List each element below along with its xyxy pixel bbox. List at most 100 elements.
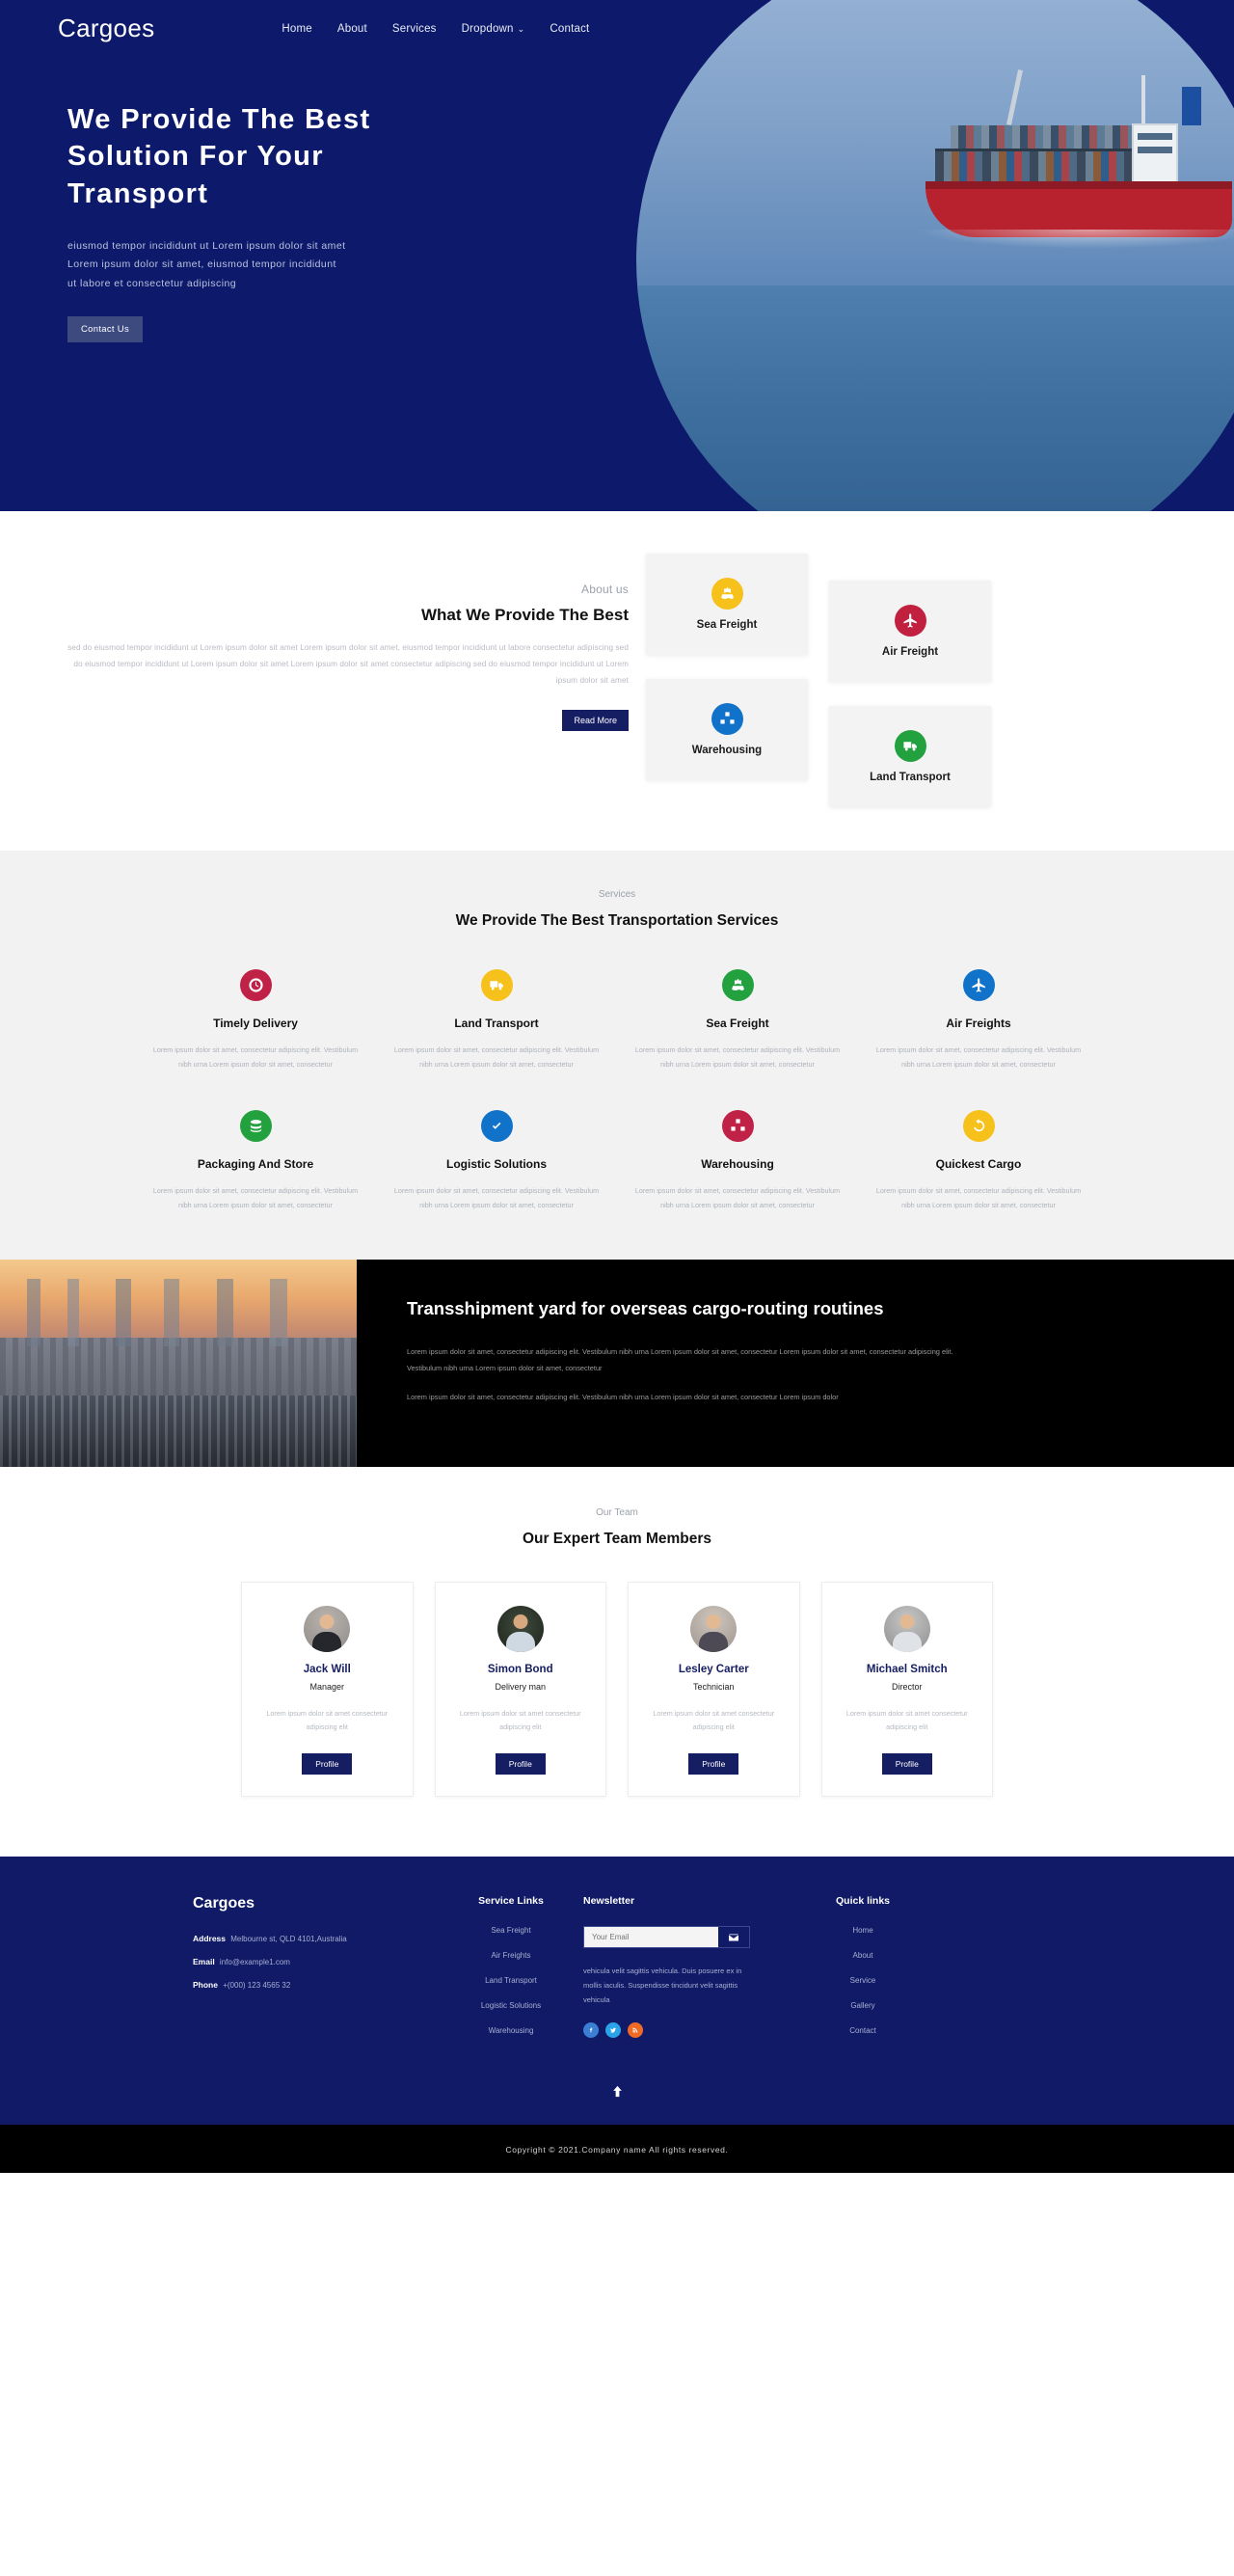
plane-icon: [962, 969, 995, 1002]
about-description: sed do eiusmod tempor incididunt ut Lore…: [67, 643, 629, 685]
transshipment-paragraph-2: Lorem ipsum dolor sit amet, consectetur …: [407, 1392, 839, 1401]
site-logo[interactable]: Cargoes: [58, 14, 154, 43]
service-title: Air Freights: [946, 1017, 1011, 1031]
newsletter-email-input[interactable]: [584, 1927, 718, 1948]
hero-content: We Provide The Best Solution For Your Tr…: [0, 43, 540, 343]
service-title: Packaging And Store: [197, 1157, 314, 1172]
rss-icon[interactable]: [628, 2022, 643, 2039]
avatar: [304, 1605, 351, 1652]
nav-item-services[interactable]: Services: [392, 23, 437, 35]
footer-email-label: Email: [193, 1957, 215, 1967]
ship-containers-upper: [951, 125, 1143, 149]
ship-wake: [916, 230, 1234, 249]
footer-email-line: Email info@example1.com: [193, 1957, 439, 1966]
read-more-button[interactable]: Read More: [562, 710, 629, 732]
hero-section: Cargoes Home About Services Dropdown ⌄ Co…: [0, 0, 1234, 511]
team-section: Our Team Our Expert Team Members Jack Wi…: [0, 1466, 1234, 1857]
team-member-name: Michael Smitch: [866, 1663, 948, 1675]
feature-card-air-freight[interactable]: Air Freight: [829, 581, 991, 682]
newsletter-description: vehicula velit sagittis vehicula. Duis p…: [583, 1966, 742, 2005]
footer-quick-link-service[interactable]: Service: [791, 1976, 935, 1985]
profile-button[interactable]: Profile: [688, 1753, 739, 1776]
footer-email-value[interactable]: info@example1.com: [220, 1958, 290, 1966]
transshipment-paragraph-1: Lorem ipsum dolor sit amet, consectetur …: [407, 1347, 953, 1372]
nav-item-about[interactable]: About: [337, 23, 367, 35]
ship-funnel: [1182, 87, 1201, 125]
copyright-text: Copyright © 2021.Company name All rights…: [505, 2145, 729, 2156]
newsletter-form: [583, 1926, 750, 1949]
service-description: Lorem ipsum dolor sit amet, consectetur …: [875, 1186, 1082, 1210]
service-description: Lorem ipsum dolor sit amet, consectetur …: [634, 1186, 841, 1210]
service-description: Lorem ipsum dolor sit amet, consectetur …: [152, 1186, 359, 1210]
footer-contact-column: Cargoes Address Melbourne st, QLD 4101,A…: [193, 1895, 439, 2051]
footer-quick-link-contact[interactable]: Contact: [791, 2026, 935, 2035]
team-member-name: Simon Bond: [487, 1663, 553, 1675]
arrow-up-icon: [612, 2086, 622, 2098]
footer-link-sea-freight[interactable]: Sea Freight: [439, 1926, 583, 1935]
about-eyebrow: About us: [581, 583, 629, 596]
service-item-sea-freight[interactable]: Sea Freight Lorem ipsum dolor sit amet, …: [617, 969, 858, 1071]
transshipment-title: Transshipment yard for overseas cargo-ro…: [407, 1297, 884, 1318]
footer-service-links-column: Service Links Sea Freight Air Freights L…: [439, 1895, 583, 2051]
transshipment-section: Transshipment yard for overseas cargo-ro…: [0, 1259, 1234, 1467]
feature-card-land-transport[interactable]: Land Transport: [829, 706, 991, 807]
footer-quick-links-title: Quick links: [835, 1895, 891, 1908]
feature-card-warehousing[interactable]: Warehousing: [646, 679, 808, 780]
contact-us-button[interactable]: Contact Us: [67, 316, 143, 343]
check-icon: [480, 1110, 513, 1143]
service-title: Warehousing: [701, 1157, 774, 1172]
footer-link-warehousing[interactable]: Warehousing: [439, 2026, 583, 2035]
service-description: Lorem ipsum dolor sit amet, consectetur …: [875, 1045, 1082, 1070]
profile-button[interactable]: Profile: [302, 1753, 353, 1776]
services-title: We Provide The Best Transportation Servi…: [455, 912, 779, 929]
hero-subtitle: eiusmod tempor incididunt ut Lorem ipsum…: [67, 239, 346, 289]
site-footer: Cargoes Address Melbourne st, QLD 4101,A…: [0, 1857, 1234, 2126]
service-item-logistic-solutions[interactable]: Logistic Solutions Lorem ipsum dolor sit…: [376, 1110, 617, 1212]
profile-button[interactable]: Profile: [881, 1753, 932, 1776]
services-section: Services We Provide The Best Transportat…: [0, 851, 1234, 1260]
twitter-icon[interactable]: [605, 2022, 621, 2039]
nav-item-dropdown[interactable]: Dropdown ⌄: [462, 23, 525, 35]
avatar: [690, 1605, 738, 1652]
footer-quick-links-column: Quick links Home About Service Gallery C…: [791, 1895, 935, 2051]
service-item-quickest-cargo[interactable]: Quickest Cargo Lorem ipsum dolor sit ame…: [858, 1110, 1099, 1212]
back-to-top-button[interactable]: [0, 2051, 1234, 2125]
transshipment-yard-image: [0, 1259, 357, 1467]
footer-quick-link-gallery[interactable]: Gallery: [791, 2001, 935, 2010]
footer-quick-link-home[interactable]: Home: [791, 1926, 935, 1935]
footer-address-label: Address: [193, 1934, 227, 1944]
cargo-ship-illustration: [916, 69, 1234, 270]
nav-item-contact[interactable]: Contact: [550, 23, 589, 35]
footer-link-air-freights[interactable]: Air Freights: [439, 1951, 583, 1960]
footer-phone-value[interactable]: +(000) 123 4565 32: [223, 1981, 290, 1990]
profile-button[interactable]: Profile: [495, 1753, 546, 1776]
service-item-land-transport[interactable]: Land Transport Lorem ipsum dolor sit ame…: [376, 969, 617, 1071]
service-item-timely-delivery[interactable]: Timely Delivery Lorem ipsum dolor sit am…: [135, 969, 376, 1071]
boxes-icon: [711, 703, 743, 735]
footer-link-logistic-solutions[interactable]: Logistic Solutions: [439, 2001, 583, 2010]
about-title: What We Provide The Best: [420, 606, 629, 624]
team-member-card[interactable]: Jack Will Manager Lorem ipsum dolor sit …: [241, 1581, 414, 1798]
landing-page: Cargoes Home About Services Dropdown ⌄ Co…: [0, 0, 1234, 2174]
ship-mast: [1141, 75, 1145, 125]
sea-background: [636, 285, 1234, 511]
newsletter-submit-button[interactable]: [718, 1927, 749, 1948]
boxes-icon: [721, 1110, 754, 1143]
footer-quick-link-about[interactable]: About: [791, 1951, 935, 1960]
team-member-description: Lorem ipsum dolor sit amet consectetur a…: [653, 1708, 775, 1731]
team-member-card[interactable]: Simon Bond Delivery man Lorem ipsum dolo…: [434, 1581, 606, 1798]
team-member-card[interactable]: Michael Smitch Director Lorem ipsum dolo…: [820, 1581, 993, 1798]
service-item-warehousing[interactable]: Warehousing Lorem ipsum dolor sit amet, …: [617, 1110, 858, 1212]
about-feature-cards: Sea Freight Air Freight Warehousing Land…: [646, 554, 1051, 807]
facebook-icon[interactable]: [583, 2022, 599, 2039]
footer-phone-label: Phone: [193, 1980, 218, 1991]
feature-card-sea-freight[interactable]: Sea Freight: [646, 554, 808, 655]
social-links: [583, 2022, 791, 2039]
nav-item-home[interactable]: Home: [282, 23, 311, 35]
team-member-role: Manager: [309, 1681, 345, 1692]
footer-newsletter-title: Newsletter: [583, 1895, 635, 1908]
service-item-air-freights[interactable]: Air Freights Lorem ipsum dolor sit amet,…: [858, 969, 1099, 1071]
footer-link-land-transport[interactable]: Land Transport: [439, 1976, 583, 1985]
team-member-card[interactable]: Lesley Carter Technician Lorem ipsum dol…: [628, 1581, 800, 1798]
service-item-packaging-and-store[interactable]: Packaging And Store Lorem ipsum dolor si…: [135, 1110, 376, 1212]
